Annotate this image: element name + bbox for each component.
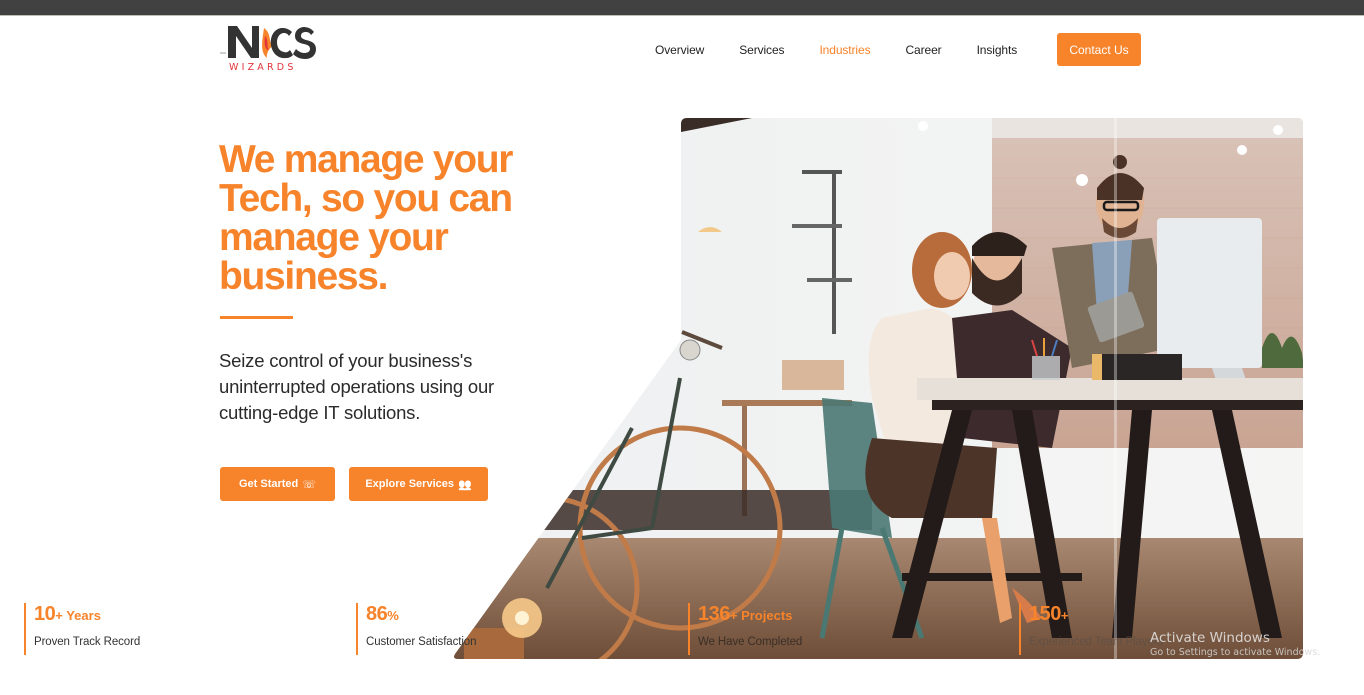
stat-team-label: Experienced Team Players: [1029, 636, 1164, 648]
nav-career[interactable]: Career: [905, 43, 941, 57]
stat-satisfaction-value: 86: [366, 603, 388, 625]
stat-projects-value: 136: [698, 603, 730, 625]
hero-subtitle: Seize control of your business's uninter…: [219, 350, 494, 423]
stat-projects-suffix: + Projects: [729, 608, 793, 623]
nav-industries[interactable]: Industries: [819, 43, 870, 57]
contact-us-button[interactable]: Contact Us: [1057, 33, 1141, 66]
activate-windows-watermark: Activate Windows Go to Settings to activ…: [1150, 630, 1320, 660]
nav-insights[interactable]: Insights: [977, 43, 1018, 57]
phone-icon: ☏: [302, 478, 317, 491]
explore-services-label: Explore Services: [365, 478, 454, 490]
nav-services[interactable]: Services: [739, 43, 784, 57]
stat-satisfaction-label: Customer Satisfaction: [366, 636, 477, 648]
watermark-title: Activate Windows: [1150, 630, 1270, 646]
stat-years-suffix: + Years: [55, 608, 101, 623]
office-team-photo: [454, 118, 1303, 659]
logo-subtext: WIZARDS: [229, 62, 297, 73]
hero-image: [452, 118, 1304, 659]
stat-years-label: Proven Track Record: [34, 636, 141, 648]
main-nav: Overview Services Industries Career Insi…: [655, 33, 1052, 66]
get-started-button[interactable]: Get Started ☏: [220, 467, 335, 501]
stat-satisfaction-suffix: %: [387, 608, 399, 623]
stat-projects-label: We Have Completed: [698, 636, 803, 648]
stat-team-suffix: +: [1060, 608, 1069, 623]
stat-team-value: 150: [1029, 603, 1061, 625]
users-icon: 👥: [457, 478, 472, 491]
hero-title-underline: [220, 316, 293, 319]
nav-overview[interactable]: Overview: [655, 43, 704, 57]
hero-title: We manage your Tech, so you can manage y…: [219, 138, 513, 298]
stat-projects: 136+ Projects We Have Completed: [688, 603, 802, 655]
stat-team: 150+ Experienced Team Players: [1019, 603, 1163, 655]
stat-years-value: 10: [34, 603, 56, 625]
watermark-subtitle: Go to Settings to activate Windows.: [1150, 647, 1321, 658]
logo[interactable]: WIZARDS: [220, 22, 320, 78]
explore-services-button[interactable]: Explore Services 👥: [349, 467, 488, 501]
browser-top-bar: [0, 0, 1364, 16]
stat-satisfaction: 86% Customer Satisfaction: [356, 603, 476, 655]
get-started-label: Get Started: [238, 478, 299, 490]
stat-years: 10+ Years Proven Track Record: [24, 603, 140, 655]
